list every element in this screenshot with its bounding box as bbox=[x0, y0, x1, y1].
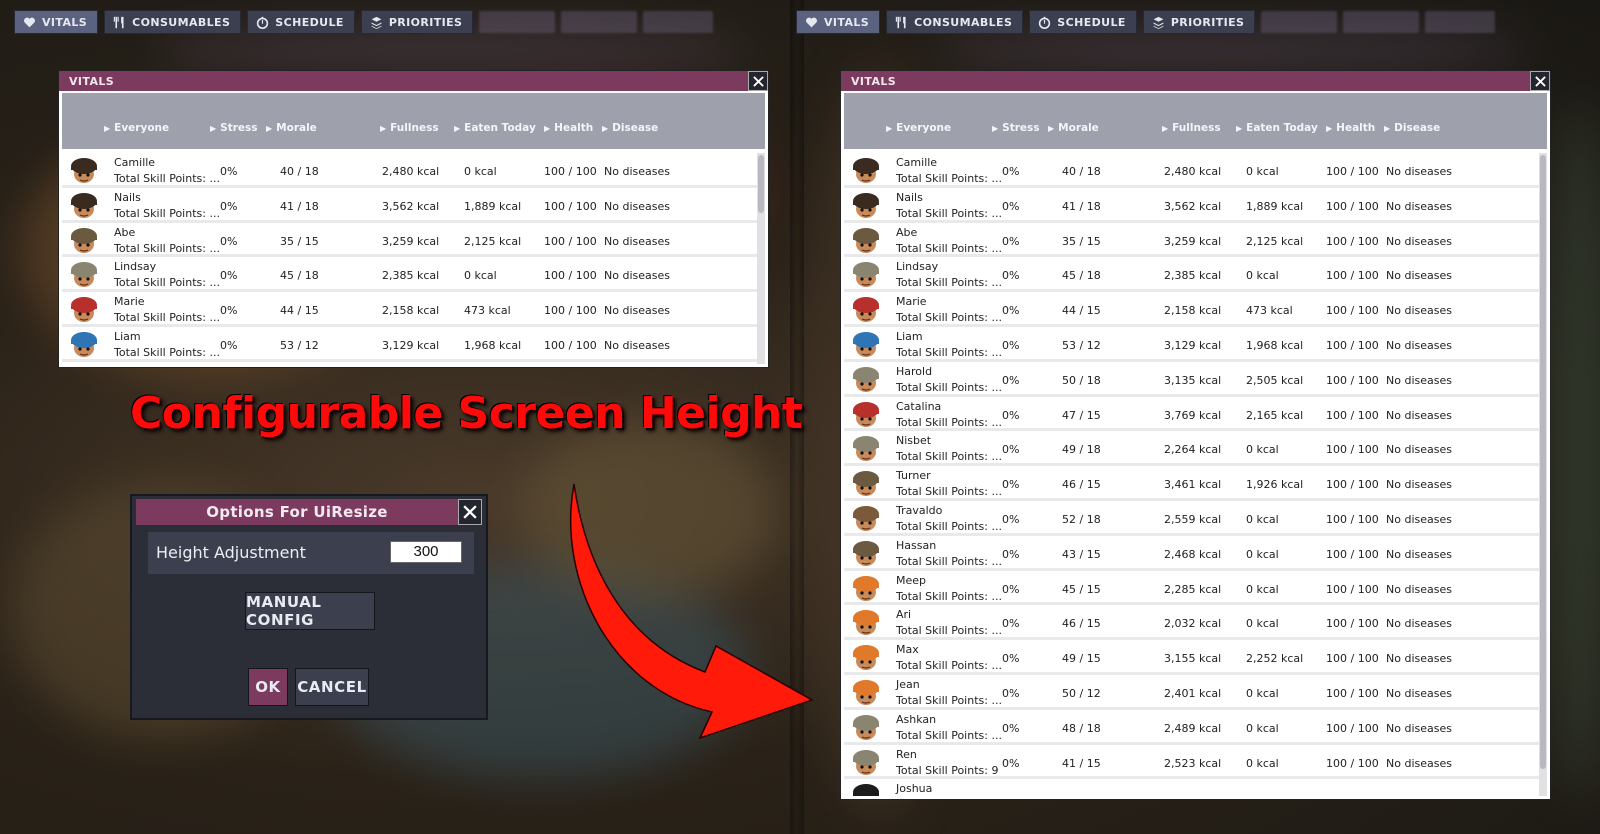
curved-red-arrow bbox=[569, 483, 814, 740]
